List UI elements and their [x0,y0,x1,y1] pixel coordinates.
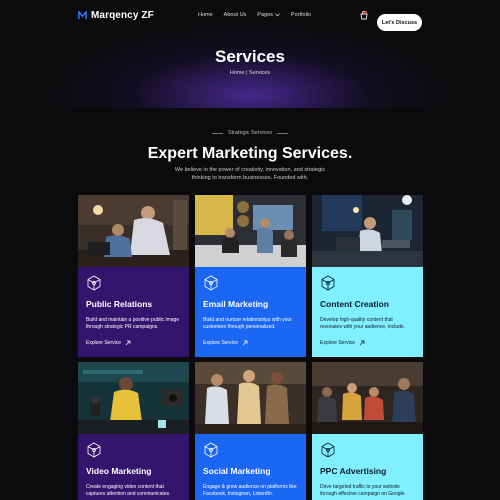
card-description: Engage & grow audience on platforms like… [203,484,297,497]
card-panel: Content Creation Develop high-quality co… [312,267,423,357]
service-card-video-marketing[interactable]: Video Marketing Create engaging video co… [78,362,189,500]
arrow-up-right-icon [242,340,248,346]
card-title: Content Creation [320,299,389,309]
logo[interactable]: Marqency ZF [78,10,154,21]
card-title: PPC Advertising [320,466,387,476]
nav-pages[interactable]: Pages [257,12,280,18]
eyebrow-line-left [211,132,223,134]
explore-service-label: Explore Service [86,340,122,346]
nav-home[interactable]: Home [198,12,213,18]
card-photo [78,362,189,434]
card-description: Create engaging video content that captu… [86,484,170,497]
chevron-down-icon [275,13,280,17]
section-eyebrow: Strategic Services [0,130,500,136]
service-card-public-relations[interactable]: Public Relations Build and maintain a po… [78,195,189,357]
card-description: Drive targeted traffic to your website t… [320,484,406,497]
card-description: Build and nurture relationships with you… [203,317,292,330]
card-photo [312,362,423,434]
cube-network-icon [321,442,335,458]
nav-portfolio[interactable]: Portfolio [291,12,311,18]
card-photo [312,195,423,267]
card-photo [195,195,306,267]
card-title: Public Relations [86,299,153,309]
service-card-ppc-advertising[interactable]: PPC Advertising Drive targeted traffic t… [312,362,423,500]
card-panel: PPC Advertising Drive targeted traffic t… [312,434,423,500]
cube-network-icon [204,442,218,458]
cube-network-icon [321,275,335,291]
top-navigation: Marqency ZF Home About Us Pages Portfoli… [0,7,500,31]
card-panel: Video Marketing Create engaging video co… [78,434,189,500]
arrow-up-right-icon [359,340,365,346]
arrow-up-right-icon [125,340,131,346]
page-title: Services [215,47,285,66]
service-card-email-marketing[interactable]: Email Marketing Build and nurture relati… [195,195,306,357]
logo-icon [78,11,87,20]
explore-service-label: Explore Service [203,340,239,346]
hero-banner: Marqency ZF Home About Us Pages Portfoli… [0,0,500,108]
card-title: Email Marketing [203,299,269,309]
card-panel: Public Relations Build and maintain a po… [78,267,189,357]
section-description: We believe in the power of creativity, i… [174,167,326,181]
card-photo [78,195,189,267]
service-card-social-marketing[interactable]: Social Marketing Engage & grow audience … [195,362,306,500]
card-title: Social Marketing [203,466,271,476]
breadcrumb: Home | Services [229,70,271,76]
card-photo [195,362,306,434]
explore-service-link[interactable]: Explore Service [203,340,298,346]
cart-badge [364,11,367,14]
explore-service-link[interactable]: Explore Service [86,340,181,346]
card-title: Video Marketing [86,466,152,476]
main-menu: Home About Us Pages Portfolio [198,12,311,18]
cube-network-icon [87,442,101,458]
explore-service-label: Explore Service [320,340,356,346]
service-card-content-creation[interactable]: Content Creation Develop high-quality co… [312,195,423,357]
card-description: Build and maintain a positive public ima… [86,317,180,330]
nav-about-us[interactable]: About Us [224,12,247,18]
section-title: Expert Marketing Services. [147,145,353,162]
nav-pages-label: Pages [257,12,273,18]
card-description: Develop high-quality content that resona… [320,317,406,330]
card-panel: Email Marketing Build and nurture relati… [195,267,306,357]
explore-service-link[interactable]: Explore Service [320,340,415,346]
lets-discuss-button[interactable]: Let's Discuss [377,14,422,31]
cube-network-icon [204,275,218,291]
cube-network-icon [87,275,101,291]
card-panel: Social Marketing Engage & grow audience … [195,434,306,500]
logo-text: Marqency ZF [91,10,154,21]
eyebrow-line-right [277,132,289,134]
eyebrow-text: Strategic Services [227,130,273,136]
